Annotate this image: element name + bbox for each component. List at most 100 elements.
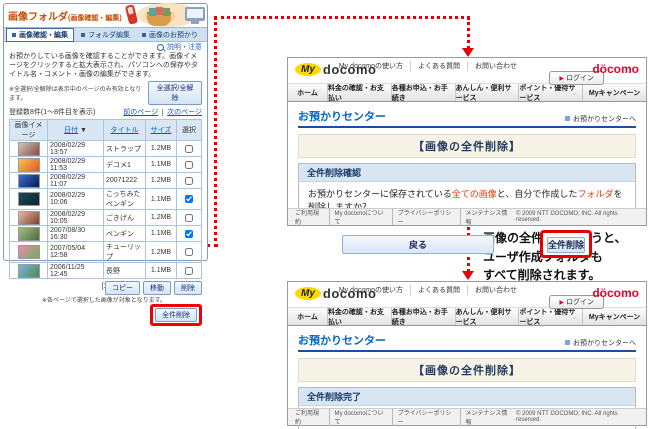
select-checkbox[interactable] [185,213,193,222]
help-link[interactable]: 説明・注意 [9,43,202,52]
page-banner: 【画像の全件削除】 [298,358,636,382]
image-thumbnail[interactable] [17,192,40,207]
basket-icon [147,7,171,26]
image-thumbnail[interactable] [17,226,40,241]
select-checkbox[interactable] [185,266,193,275]
footer-link-maintenance[interactable]: メンテナンス情報 [459,408,517,426]
magnifier-icon [157,43,164,51]
tab-folder-edit[interactable]: フォルダ編集 [76,29,135,41]
link-how-to-use[interactable]: My docomoの使い方 [332,285,410,295]
select-checkbox[interactable] [185,248,193,257]
section-title: お預かりセンター [298,111,386,123]
select-checkbox[interactable] [185,144,193,153]
column-select: 選択 [176,119,202,142]
copy-button[interactable]: コピー [105,281,140,296]
image-thumbnail[interactable] [17,141,40,156]
global-nav: ホーム 料金の確認・お支払い 各種お申込・お手続き あんしん・便利サービス ポイ… [288,84,646,102]
table-row: 2008/02/29 10:05 ごきげん 1.2MB [9,209,202,227]
link-how-to-use[interactable]: My docomoの使い方 [332,61,410,71]
select-all-note: ※全選択/全解除は表示中のページのみ有効となります。 [9,87,142,103]
mydocomo-confirm-window: My docomo My docomoの使い方 よくある質問 お問い合わせ ▶ ログ… [287,57,647,258]
connector-horizontal-top [214,16,470,19]
mydocomo-complete-window: My docomo My docomoの使い方 よくある質問 お問い合わせ ▶ ログ… [287,281,647,429]
table-row: 2008/02/29 11:53 デコメ1 1.1MB [9,156,202,174]
record-count: 登録数8件(1〜8件目を表示) [9,109,96,117]
back-button[interactable]: 戻る [341,234,494,254]
footer-link-privacy[interactable]: プライバシーポリシー [391,408,460,426]
nav-procedures[interactable]: 各種お申込・お手続き [390,84,455,102]
nav-home[interactable]: ホーム [288,84,327,101]
nav-home[interactable]: ホーム [288,308,327,325]
select-checkbox[interactable] [185,229,193,238]
storage-center-link[interactable]: お預かりセンターへ [565,114,636,124]
footer-link-terms[interactable]: ご利用規約 [295,408,329,426]
footer-link-privacy[interactable]: プライバシーポリシー [391,208,460,226]
arrow-down-icon [462,271,474,280]
select-all-toggle-button[interactable]: 全選択/全解除 [148,81,202,106]
nav-point-services[interactable]: ポイント・優待サービス [518,84,582,102]
image-thumbnail[interactable] [17,245,40,260]
select-checkbox[interactable] [185,176,193,185]
storage-center-link[interactable]: お預かりセンターへ [565,338,636,348]
image-folder-body: 説明・注意 お預かりしている画像を確認することができます。画像イメージをクリック… [4,42,207,327]
copyright: © 2009 NTT DOCOMO, INC. All rights reser… [516,211,618,223]
image-thumbnail[interactable] [17,157,40,172]
table-row: 2008/02/29 13:57 ストラップ 1.2MB [9,140,202,158]
connector-vertical-left [214,17,217,247]
nav-billing[interactable]: 料金の確認・お支払い [326,84,391,102]
column-date-sort[interactable]: 日付 ▼ [47,119,104,142]
table-row: 2007/08/30 16:30 ペンギン 1.1MB [9,225,202,243]
delete-all-confirm-button[interactable]: 全件削除 [546,237,585,253]
image-folder-window: 画像フォルダ(画像確認・編集) 画像確認・編集 フォルダ編集 画像のお預かり 説… [3,3,208,327]
nav-my-campaign[interactable]: Myキャンペーン [582,308,646,325]
copyright: © 2009 NTT DOCOMO, INC. All rights reser… [516,411,618,423]
footer-link-maintenance[interactable]: メンテナンス情報 [459,208,517,226]
page-scope-note: ※各ページで選択した画像が対象となります。 [41,298,166,305]
footer-link-about[interactable]: My docomoについて [328,208,392,226]
table-row: 2007/05/04 12:58 チューリップ 1.2MB [9,241,202,264]
tab-image-confirm-edit[interactable]: 画像確認・編集 [6,27,74,42]
image-thumbnail[interactable] [17,210,40,225]
tab-image-storage[interactable]: 画像のお預かり [137,29,203,41]
highlight-box: 全件削除 [150,304,202,327]
footer-link-terms[interactable]: ご利用規約 [295,208,329,226]
link-contact[interactable]: お問い合わせ [467,285,524,295]
mydocomo-header: My docomo My docomoの使い方 よくある質問 お問い合わせ ▶ ログ… [288,58,646,85]
nav-billing[interactable]: 料金の確認・お支払い [326,308,391,326]
nav-point-services[interactable]: ポイント・優待サービス [518,308,582,326]
column-image: 画像イメージ [9,119,48,142]
image-thumbnail[interactable] [17,263,40,278]
arrow-down-icon [462,48,474,57]
square-bullet-icon [565,340,570,345]
footer: ご利用規約 My docomoについて プライバシーポリシー メンテナンス情報 … [288,208,646,226]
computer-icon [185,7,205,21]
select-checkbox[interactable] [185,195,193,204]
image-folder-header: 画像フォルダ(画像確認・編集) [4,3,207,27]
move-button[interactable]: 移動 [143,281,171,296]
link-faq[interactable]: よくある質問 [410,61,467,71]
link-faq[interactable]: よくある質問 [410,285,467,295]
description-text: お預かりしている画像を確認することができます。画像イメージをクリックすると拡大表… [9,53,198,78]
page-banner: 【画像の全件削除】 [298,134,636,158]
prev-page-link[interactable]: 前のページ [123,109,158,116]
footer-link-about[interactable]: My docomoについて [328,408,392,426]
nav-procedures[interactable]: 各種お申込・お手続き [390,308,455,326]
table-header-row: 画像イメージ 日付 ▼ タイトル サイズ 選択 [9,119,202,142]
footer: ご利用規約 My docomoについて プライバシーポリシー メンテナンス情報 … [288,408,646,426]
column-size-sort[interactable]: サイズ [145,119,177,142]
delete-button[interactable]: 削除 [174,281,202,296]
next-page-link[interactable]: 次のページ [162,109,202,117]
column-title-sort[interactable]: タイトル [103,119,146,142]
arrow-right-icon: ▶ [559,300,564,306]
square-bullet-icon [81,32,85,37]
docomo-logo: döcomo [592,62,639,76]
delete-all-button[interactable]: 全件削除 [155,308,197,323]
image-thumbnail[interactable] [17,173,40,188]
nav-safety-services[interactable]: あんしん・便利サービス [454,84,519,102]
link-contact[interactable]: お問い合わせ [467,61,524,71]
highlight-box: 全件削除 [539,230,592,258]
select-checkbox[interactable] [185,160,193,169]
nav-my-campaign[interactable]: Myキャンペーン [582,84,646,101]
nav-safety-services[interactable]: あんしん・便利サービス [454,308,519,326]
phone-icon [124,4,139,25]
